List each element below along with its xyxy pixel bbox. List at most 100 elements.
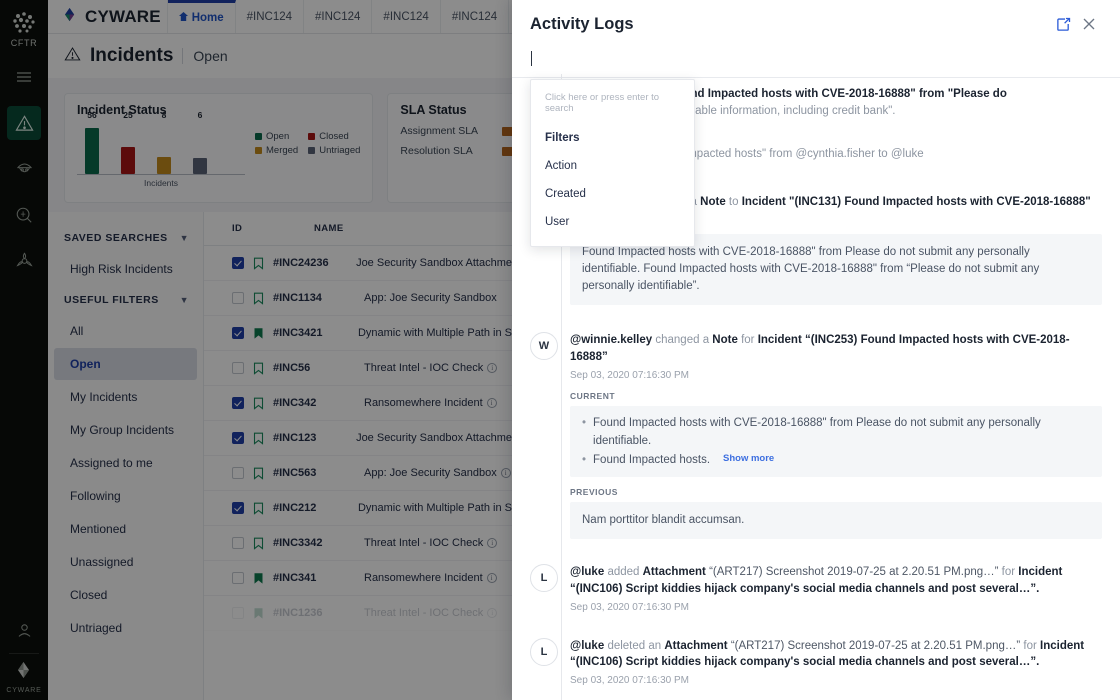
log-entry[interactable]: W @winnie.kelley changed a Note for Inci…: [530, 314, 1102, 548]
tab-inc-2[interactable]: #INC124: [304, 0, 372, 33]
row-checkbox[interactable]: [232, 432, 244, 444]
useful-filters-header[interactable]: USEFUL FILTERS ▼: [48, 286, 203, 314]
row-checkbox[interactable]: [232, 327, 244, 339]
log-target-link[interactable]: “(INC106) Script kiddies hijack company'…: [570, 583, 1039, 595]
table-row[interactable]: #INC341 Ransomewhere Incidenti: [204, 561, 512, 596]
malware-icon[interactable]: [7, 244, 41, 278]
tab-inc-3[interactable]: #INC124: [372, 0, 440, 33]
incidents-icon[interactable]: [7, 106, 41, 140]
filter-label: Assigned to me: [70, 456, 153, 470]
filter-untriaged[interactable]: Untriaged: [54, 612, 197, 644]
log-entry[interactable]: L @luke added Attachment “(ART217) Scree…: [530, 548, 1102, 621]
chevron-down-icon[interactable]: ▼: [180, 233, 189, 243]
log-user[interactable]: @luke: [570, 566, 604, 578]
table-row[interactable]: #INC3342 Threat Intel - IOC Checki: [204, 526, 512, 561]
info-icon[interactable]: i: [487, 538, 497, 548]
row-checkbox[interactable]: [232, 607, 244, 619]
row-checkbox[interactable]: [232, 467, 244, 479]
bookmark-outline-icon[interactable]: [253, 292, 264, 305]
row-checkbox[interactable]: [232, 257, 244, 269]
filter-high-risk-incidents[interactable]: High Risk Incidents: [54, 253, 197, 285]
bookmark-outline-icon[interactable]: [253, 467, 264, 480]
info-icon[interactable]: i: [487, 608, 497, 618]
table-row[interactable]: #INC56 Threat Intel - IOC Checki: [204, 351, 512, 386]
filter-assigned-to-me[interactable]: Assigned to me: [54, 447, 197, 479]
bar-untriaged: [193, 158, 207, 174]
info-icon[interactable]: i: [487, 398, 497, 408]
info-icon[interactable]: i: [487, 573, 497, 583]
table-row[interactable]: #INC1134 App: Joe Security Sandbox: [204, 281, 512, 316]
log-object: Attachment: [643, 566, 706, 578]
external-link-icon[interactable]: [1050, 11, 1076, 37]
table-row[interactable]: #INC24236 Joe Security Sandbox Attachme: [204, 246, 512, 281]
filter-label: My Group Incidents: [70, 423, 174, 437]
bookmark-outline-icon[interactable]: [253, 257, 264, 270]
info-icon[interactable]: i: [487, 363, 497, 373]
row-checkbox[interactable]: [232, 572, 244, 584]
log-target-link[interactable]: “(INC106) Script kiddies hijack company'…: [570, 656, 1039, 668]
bookmark-filled-icon[interactable]: [253, 327, 264, 340]
bookmark-outline-icon[interactable]: [253, 432, 264, 445]
row-checkbox[interactable]: [232, 292, 244, 304]
threat-hunt-icon[interactable]: [7, 198, 41, 232]
show-more-link[interactable]: Show more: [723, 451, 774, 469]
bookmark-filled-icon[interactable]: [253, 572, 264, 585]
bookmark-filled-icon[interactable]: [253, 607, 264, 620]
bookmark-outline-icon[interactable]: [253, 362, 264, 375]
cyware-footer-logo-icon: [12, 660, 36, 685]
bullet-item: • Found Impacted hosts with CVE-2018-168…: [582, 414, 1090, 451]
dropdown-item-user[interactable]: User: [531, 208, 694, 236]
filter-open[interactable]: Open: [54, 348, 197, 380]
tab-home[interactable]: Home: [168, 0, 236, 33]
row-id: #INC24236: [273, 257, 347, 269]
saved-searches-header[interactable]: SAVED SEARCHES ▼: [48, 224, 203, 252]
brand[interactable]: CYWARE: [48, 0, 168, 33]
brand-text: CYWARE: [85, 7, 161, 27]
log-entry[interactable]: L @luke deleted an Attachment “(ART217) …: [530, 622, 1102, 695]
dropdown-item-created[interactable]: Created: [531, 180, 694, 208]
row-checkbox[interactable]: [232, 502, 244, 514]
bookmark-outline-icon[interactable]: [253, 502, 264, 515]
filter-mentioned[interactable]: Mentioned: [54, 513, 197, 545]
sla-label: Resolution SLA: [400, 145, 492, 157]
row-checkbox[interactable]: [232, 362, 244, 374]
tab-label: #INC124: [452, 11, 497, 23]
table-row[interactable]: #INC342 Ransomewhere Incidenti: [204, 386, 512, 421]
row-checkbox[interactable]: [232, 537, 244, 549]
filter-label: Unassigned: [70, 555, 133, 569]
close-icon[interactable]: [1076, 11, 1102, 37]
top-bar: CYWARE Home #INC124 #INC124 #INC124 #INC…: [48, 0, 512, 34]
row-checkbox[interactable]: [232, 397, 244, 409]
search-input[interactable]: [530, 48, 1102, 74]
dropdown-item-filters[interactable]: Filters: [531, 124, 694, 152]
tab-inc-1[interactable]: #INC124: [236, 0, 304, 33]
table-row[interactable]: #INC563 App: Joe Security Sandboxi: [204, 456, 512, 491]
table-row[interactable]: #INC123 Joe Security Sandbox Attachme: [204, 421, 512, 456]
log-timestamp: Sep 03, 2020 07:16:30 PM: [570, 675, 1102, 686]
bookmark-outline-icon[interactable]: [253, 537, 264, 550]
bookmark-outline-icon[interactable]: [253, 397, 264, 410]
threat-actor-icon[interactable]: [7, 152, 41, 186]
filter-my-group-incidents[interactable]: My Group Incidents: [54, 414, 197, 446]
menu-icon[interactable]: [7, 60, 41, 94]
bar-col-open: 56: [85, 122, 99, 174]
table-row[interactable]: #INC1236 Threat Intel - IOC Checki: [204, 596, 512, 631]
chevron-down-icon[interactable]: ▼: [180, 295, 189, 305]
info-icon[interactable]: i: [501, 468, 511, 478]
log-user[interactable]: @winnie.kelley: [570, 334, 652, 346]
filter-all[interactable]: All: [54, 315, 197, 347]
tab-strip: Home #INC124 #INC124 #INC124 #INC124 #IN…: [168, 0, 512, 33]
filter-unassigned[interactable]: Unassigned: [54, 546, 197, 578]
table-row[interactable]: #INC212 Dynamic with Multiple Path in S: [204, 491, 512, 526]
filter-my-incidents[interactable]: My Incidents: [54, 381, 197, 413]
legend-swatch: [308, 147, 315, 154]
table-row[interactable]: #INC3421 Dynamic with Multiple Path in S: [204, 316, 512, 351]
filter-closed[interactable]: Closed: [54, 579, 197, 611]
filter-following[interactable]: Following: [54, 480, 197, 512]
log-body: @luke deleted an Attachment “(ART217) Sc…: [570, 638, 1102, 686]
dropdown-item-action[interactable]: Action: [531, 152, 694, 180]
tab-inc-4[interactable]: #INC124: [441, 0, 509, 33]
log-target-link[interactable]: "(INC131) Found Impacted hosts with CVE-…: [789, 196, 1091, 208]
user-icon[interactable]: [7, 613, 41, 647]
log-user[interactable]: @luke: [570, 640, 604, 652]
